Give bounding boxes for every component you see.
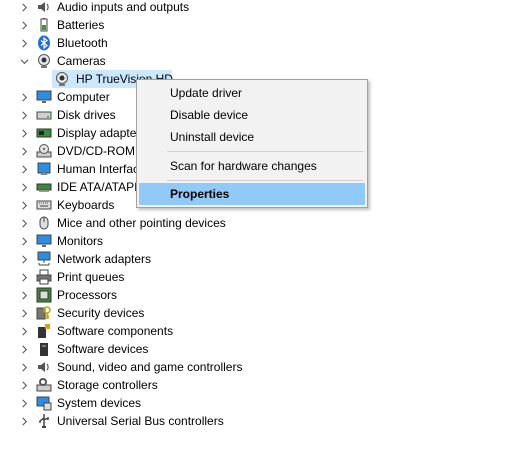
network-icon: [36, 251, 52, 267]
webcam-icon: [54, 71, 70, 87]
printer-icon: [36, 269, 52, 285]
tree-item-usb-controllers[interactable]: Universal Serial Bus controllers: [0, 412, 260, 430]
chevron-right-icon[interactable]: [17, 358, 31, 376]
chevron-right-icon[interactable]: [17, 34, 31, 52]
tree-item-label: System devices: [57, 396, 142, 410]
menu-item-properties[interactable]: Properties: [139, 183, 365, 205]
chevron-right-icon[interactable]: [17, 124, 31, 142]
tree-item-label: Processors: [57, 288, 118, 302]
dvd-icon: [36, 143, 52, 159]
tree-item-cameras[interactable]: Cameras: [0, 52, 260, 70]
tree-item-label: Display adapters: [57, 126, 147, 140]
tree-item-network-adapters[interactable]: Network adapters: [0, 250, 260, 268]
disk-icon: [36, 107, 52, 123]
chevron-right-icon[interactable]: [17, 394, 31, 412]
menu-item-label: Disable device: [170, 108, 249, 122]
menu-item-label: Properties: [170, 187, 230, 201]
tree-item-print-queues[interactable]: Print queues: [0, 268, 260, 286]
tree-item-label: Software components: [57, 324, 174, 338]
menu-item-label: Uninstall device: [170, 130, 255, 144]
chevron-right-icon[interactable]: [17, 0, 31, 16]
tree-item-label: Network adapters: [57, 252, 152, 266]
menu-separator: [167, 180, 363, 181]
tree-item-software-components[interactable]: Software components: [0, 322, 260, 340]
menu-item-label: Scan for hardware changes: [170, 159, 317, 173]
security-icon: [36, 305, 52, 321]
chevron-right-icon[interactable]: [17, 160, 31, 178]
camera-icon: [36, 53, 52, 69]
tree-item-mice[interactable]: Mice and other pointing devices: [0, 214, 260, 232]
processor-icon: [36, 287, 52, 303]
tree-item-label: Software devices: [57, 342, 149, 356]
tree-item-label: Batteries: [57, 18, 105, 32]
chevron-right-icon[interactable]: [17, 286, 31, 304]
tree-item-audio[interactable]: Audio inputs and outputs: [0, 0, 260, 16]
chevron-right-icon[interactable]: [17, 178, 31, 196]
tree-item-software-devices[interactable]: Software devices: [0, 340, 260, 358]
bluetooth-icon: [36, 35, 52, 51]
menu-item-uninstall-device[interactable]: Uninstall device: [139, 126, 365, 148]
chevron-right-icon[interactable]: [17, 196, 31, 214]
monitor-icon: [36, 89, 52, 105]
chevron-right-icon[interactable]: [17, 106, 31, 124]
tree-item-label: Sound, video and game controllers: [57, 360, 243, 374]
chevron-right-icon[interactable]: [17, 268, 31, 286]
chevron-right-icon[interactable]: [17, 412, 31, 430]
hid-icon: [36, 161, 52, 177]
battery-icon: [36, 17, 52, 33]
usb-icon: [36, 413, 52, 429]
tree-item-processors[interactable]: Processors: [0, 286, 260, 304]
context-menu: Update driver Disable device Uninstall d…: [136, 79, 368, 208]
menu-separator: [167, 151, 363, 152]
tree-item-security-devices[interactable]: Security devices: [0, 304, 260, 322]
tree-item-label: Print queues: [57, 270, 125, 284]
ide-icon: [36, 179, 52, 195]
tree-item-system-devices[interactable]: System devices: [0, 394, 260, 412]
sound-icon: [36, 359, 52, 375]
tree-item-label: Storage controllers: [57, 378, 158, 392]
chevron-right-icon[interactable]: [17, 16, 31, 34]
keyboard-icon: [36, 197, 52, 213]
software-device-icon: [36, 341, 52, 357]
tree-item-label: Keyboards: [57, 198, 115, 212]
chevron-down-icon[interactable]: [17, 52, 31, 70]
tree-item-label: Universal Serial Bus controllers: [57, 414, 224, 428]
tree-item-bluetooth[interactable]: Bluetooth: [0, 34, 260, 52]
chevron-right-icon[interactable]: [17, 304, 31, 322]
storage-icon: [36, 377, 52, 393]
menu-item-disable-device[interactable]: Disable device: [139, 104, 365, 126]
tree-item-storage-controllers[interactable]: Storage controllers: [0, 376, 260, 394]
menu-item-label: Update driver: [170, 86, 243, 100]
mouse-icon: [36, 215, 52, 231]
speaker-icon: [36, 0, 52, 15]
chevron-right-icon[interactable]: [17, 142, 31, 160]
tree-item-monitors[interactable]: Monitors: [0, 232, 260, 250]
tree-item-label: Audio inputs and outputs: [57, 0, 190, 14]
tree-item-label: Bluetooth: [57, 36, 108, 50]
tree-item-label: Security devices: [57, 306, 145, 320]
chevron-right-icon[interactable]: [17, 88, 31, 106]
chevron-right-icon[interactable]: [17, 376, 31, 394]
chevron-right-icon[interactable]: [17, 340, 31, 358]
menu-item-scan-hardware[interactable]: Scan for hardware changes: [139, 155, 365, 177]
tree-item-label: Cameras: [57, 54, 106, 68]
chevron-right-icon[interactable]: [17, 232, 31, 250]
menu-item-update-driver[interactable]: Update driver: [139, 82, 365, 104]
tree-item-sound-video-game[interactable]: Sound, video and game controllers: [0, 358, 260, 376]
tree-item-label: Computer: [57, 90, 110, 104]
monitor-icon: [36, 233, 52, 249]
chevron-right-icon[interactable]: [17, 250, 31, 268]
tree-item-batteries[interactable]: Batteries: [0, 16, 260, 34]
tree-item-label: Mice and other pointing devices: [57, 216, 226, 230]
system-icon: [36, 395, 52, 411]
tree-item-label: Monitors: [57, 234, 104, 248]
software-component-icon: [36, 323, 52, 339]
tree-item-label: Disk drives: [57, 108, 116, 122]
display-adapter-icon: [36, 125, 52, 141]
chevron-right-icon[interactable]: [17, 322, 31, 340]
chevron-right-icon[interactable]: [17, 214, 31, 232]
